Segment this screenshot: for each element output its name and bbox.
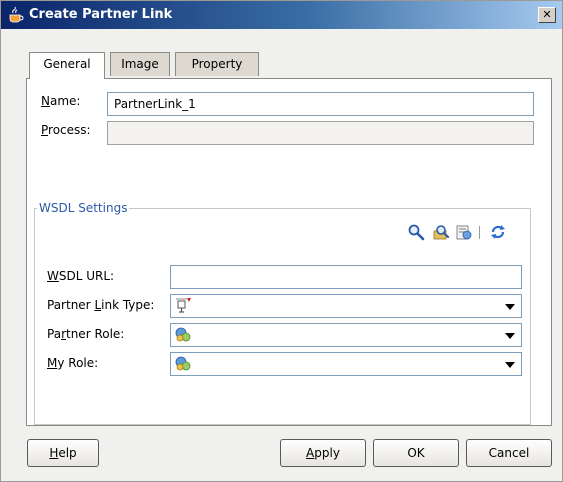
- chevron-down-icon: [505, 333, 515, 339]
- toolbar-separator: [479, 226, 480, 239]
- partner-link-type-icon: [176, 298, 191, 313]
- chevron-down-icon: [505, 304, 515, 310]
- ok-button[interactable]: OK: [373, 439, 459, 467]
- java-cup-icon: [9, 6, 24, 23]
- role-icon: [175, 327, 191, 342]
- role-icon: [175, 356, 191, 371]
- refresh-icon[interactable]: [489, 223, 507, 241]
- help-button[interactable]: Help: [27, 439, 99, 467]
- wsdl-settings-legend: WSDL Settings: [39, 201, 128, 215]
- partner-role-dropdown[interactable]: [170, 323, 522, 347]
- apply-button[interactable]: Apply: [280, 439, 366, 467]
- wsdl-url-input[interactable]: [170, 265, 522, 289]
- browse-icon[interactable]: [432, 223, 450, 241]
- my-role-dropdown[interactable]: [170, 352, 522, 376]
- wsdl-url-label: WSDL URL:: [47, 269, 115, 283]
- general-tab-panel: Name: PartnerLink_1 Process: WSDL Settin…: [26, 78, 552, 426]
- chevron-down-icon: [505, 362, 515, 368]
- tab-property[interactable]: Property: [175, 52, 259, 76]
- title-bar[interactable]: Create Partner Link ✕: [1, 1, 562, 29]
- tab-general[interactable]: General: [29, 52, 105, 79]
- close-button[interactable]: ✕: [538, 7, 556, 23]
- service-explorer-icon[interactable]: [455, 223, 473, 241]
- dialog-content: General Image Property Name: PartnerLink…: [13, 38, 552, 426]
- tab-label: General: [43, 57, 91, 71]
- cancel-button[interactable]: Cancel: [466, 439, 552, 467]
- partner-role-label: Partner Role:: [47, 327, 125, 341]
- process-label: Process:: [41, 123, 91, 137]
- tab-image[interactable]: Image: [110, 52, 170, 76]
- window-title: Create Partner Link: [29, 7, 173, 22]
- name-input[interactable]: PartnerLink_1: [107, 92, 534, 116]
- name-label: Name:: [41, 94, 81, 108]
- search-icon[interactable]: [407, 223, 425, 241]
- create-partner-link-dialog: Create Partner Link ✕ General Image Prop…: [0, 0, 563, 482]
- my-role-label: My Role:: [47, 356, 99, 370]
- partner-link-type-label: Partner Link Type:: [47, 298, 155, 312]
- process-input[interactable]: [107, 121, 534, 145]
- tab-label: Image: [121, 57, 159, 71]
- close-icon: ✕: [542, 8, 552, 21]
- partner-link-type-dropdown[interactable]: [170, 294, 522, 318]
- tab-label: Property: [191, 57, 243, 71]
